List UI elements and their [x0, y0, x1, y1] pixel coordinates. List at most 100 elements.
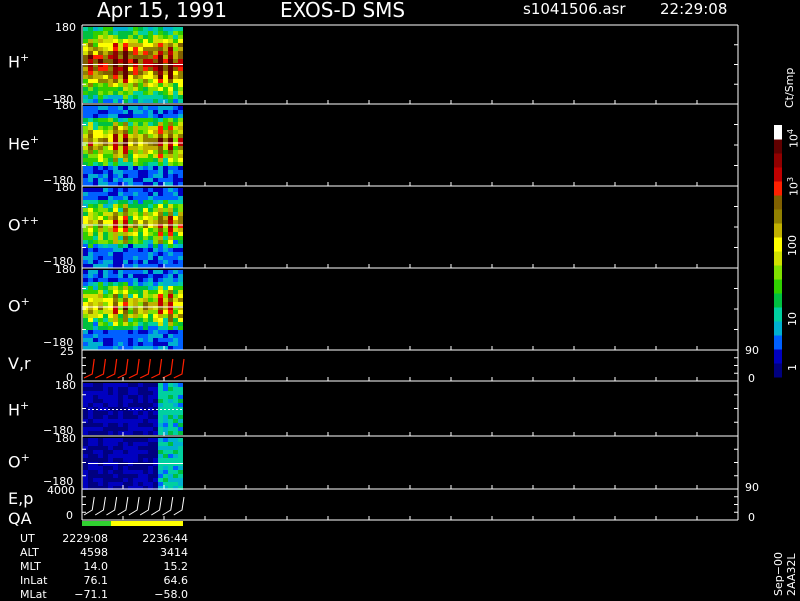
spectrogram-cell [148, 216, 153, 220]
spectrogram-cell [103, 196, 108, 200]
spectrogram-cell [108, 387, 113, 391]
spectrogram-cell [103, 236, 108, 240]
spectrogram-cell [168, 150, 173, 154]
footer-row-start: −71.1 [74, 588, 108, 601]
spectrogram-cell [173, 150, 178, 154]
spectrogram-cell [163, 27, 168, 31]
spectrogram-cell [88, 87, 93, 91]
spectrogram-cell [163, 423, 168, 427]
spectrogram-cell [108, 51, 113, 55]
spectrogram-cell [113, 220, 118, 224]
spectrogram-cell [168, 478, 173, 482]
spectrogram-cell [163, 228, 168, 232]
spectrogram-cell [88, 110, 93, 114]
spectrogram-cell [143, 470, 148, 474]
spectrogram-cell [98, 395, 103, 399]
spectrogram-cell [143, 192, 148, 196]
spectrogram-cell [128, 387, 133, 391]
spectrogram-cell [98, 196, 103, 200]
spectrogram-cell [143, 79, 148, 83]
spectrogram-cell [108, 278, 113, 282]
spectrogram-cell [93, 27, 98, 31]
spectrogram-cell [123, 220, 128, 224]
spectrogram-cell [153, 166, 158, 170]
spectrogram-cell [158, 118, 163, 122]
spectrogram-cell [168, 130, 173, 134]
spectrogram-cell [83, 482, 88, 486]
spectrogram-cell [178, 383, 183, 387]
spectrogram-cell [163, 83, 168, 87]
spectrogram-cell [118, 95, 123, 99]
spectrogram-cell [103, 256, 108, 260]
spectrogram-cell [143, 260, 148, 264]
spectrogram-cell [173, 260, 178, 264]
spectrogram-cell [163, 106, 168, 110]
spectrogram-cell [128, 383, 133, 387]
spectrogram-cell [163, 326, 168, 330]
spectrogram-cell [133, 95, 138, 99]
spectrogram-cell [108, 228, 113, 232]
spectrogram-cell [153, 146, 158, 150]
spectrogram-cell [178, 395, 183, 399]
spectrogram-cell [163, 314, 168, 318]
spectrogram-cell [113, 338, 118, 342]
spectrogram-cell [168, 399, 173, 403]
spectrogram-cell [103, 79, 108, 83]
spectrogram-cell [148, 310, 153, 314]
spectrogram-cell [113, 330, 118, 334]
spectrogram-cell [138, 220, 143, 224]
spectrogram-cell [153, 387, 158, 391]
spectrogram-cell [123, 482, 128, 486]
spectrogram-cell [173, 182, 178, 186]
spectrogram-cell [148, 162, 153, 166]
spectrogram-cell [98, 318, 103, 322]
spectrogram-cell [128, 310, 133, 314]
spectrogram-cell [93, 43, 98, 47]
spectrogram-cell [153, 240, 158, 244]
spectrogram-cell [118, 419, 123, 423]
spectrogram-cell [118, 346, 123, 350]
spectrogram-cell [133, 415, 138, 419]
spectrogram-cell [153, 200, 158, 204]
spectrogram-cell [153, 158, 158, 162]
spectrogram-cell [158, 228, 163, 232]
spectrogram-cell [148, 342, 153, 346]
spectrogram-cell [83, 39, 88, 43]
spectrogram-cell [98, 166, 103, 170]
spectrogram-cell [103, 47, 108, 51]
spectrogram-cell [103, 278, 108, 282]
spectrogram-cell [103, 264, 108, 268]
spectrogram-cell [108, 126, 113, 130]
spectrogram-cell [113, 126, 118, 130]
spectrogram-cell [173, 290, 178, 294]
spectrogram-cell [83, 270, 88, 274]
spectrogram-cell [118, 458, 123, 462]
spectrogram-cell [143, 43, 148, 47]
spectrogram-cell [88, 220, 93, 224]
spectrogram-cell [108, 474, 113, 478]
spectrogram-cell [163, 35, 168, 39]
spectrogram-cell [83, 330, 88, 334]
spectrogram-cell [143, 204, 148, 208]
spectrogram-cell [133, 342, 138, 346]
spectrogram-cell [88, 286, 93, 290]
spectrogram-cell [148, 71, 153, 75]
spectrogram-cell [93, 154, 98, 158]
spectrogram-cell [163, 174, 168, 178]
spectrogram-cell [83, 59, 88, 63]
spectrogram-cell [143, 310, 148, 314]
spectrogram-cell [98, 236, 103, 240]
spectrogram-cell [163, 114, 168, 118]
rtick-p8-max: 90 [745, 481, 759, 494]
spectrogram-cell [123, 83, 128, 87]
spectrogram-cell [153, 236, 158, 240]
spectrogram-cell [123, 264, 128, 268]
spectrogram-cell [138, 264, 143, 268]
spectrogram-cell [158, 31, 163, 35]
spectrogram-cell [118, 391, 123, 395]
spectrogram-cell [88, 252, 93, 256]
spectrogram-cell [153, 326, 158, 330]
spectrogram-cell [103, 466, 108, 470]
spectrogram-cell [103, 75, 108, 79]
spectrogram-cell [83, 322, 88, 326]
